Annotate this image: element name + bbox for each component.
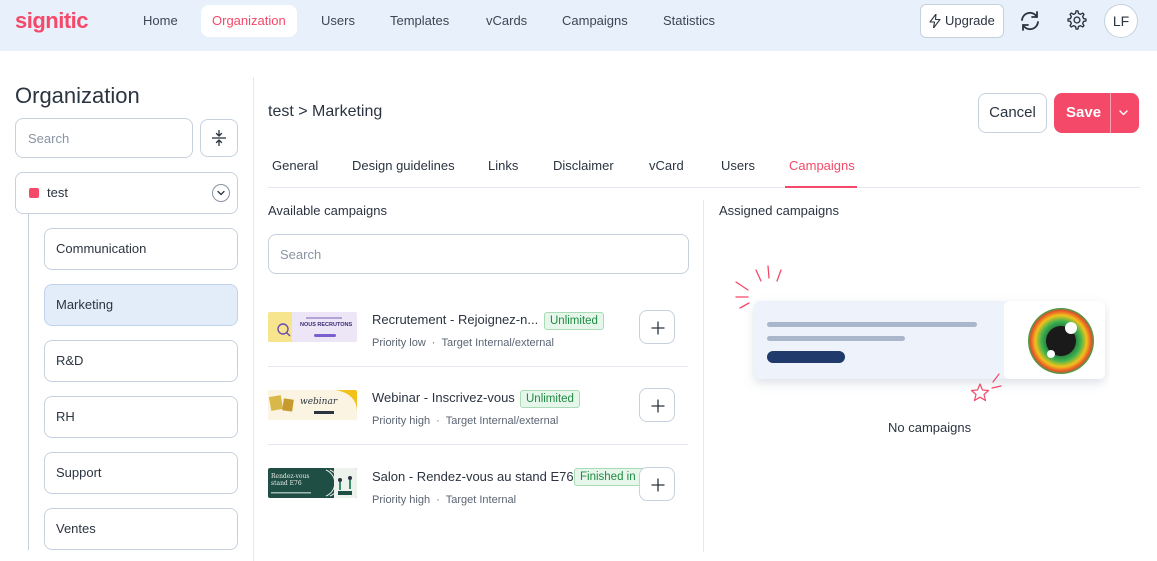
tree-root-test[interactable]: test — [15, 172, 238, 214]
add-campaign-button[interactable] — [639, 310, 675, 344]
sync-icon[interactable] — [1018, 9, 1042, 33]
chevron-down-icon[interactable] — [212, 184, 230, 202]
app-logo[interactable]: signitic — [15, 8, 89, 34]
upgrade-label: Upgrade — [945, 13, 995, 28]
campaign-priority: Priority high — [372, 494, 431, 506]
tree-item-rh[interactable]: RH — [44, 396, 238, 438]
sidebar-search-input[interactable] — [15, 118, 193, 158]
campaign-banner-thumbnail: webinar — [268, 390, 357, 420]
nav-home[interactable]: Home — [132, 5, 189, 37]
save-label: Save — [1066, 104, 1102, 121]
row-divider — [268, 444, 688, 445]
plus-icon — [651, 399, 665, 413]
campaign-name: Salon - Rendez-vous au stand E76 — [372, 469, 574, 484]
nav-templates[interactable]: Templates — [379, 5, 460, 37]
status-badge: Unlimited — [544, 312, 604, 330]
save-button[interactable]: Save — [1054, 93, 1139, 133]
banner-text: webinar — [300, 397, 338, 407]
sidebar-divider — [253, 77, 254, 561]
status-badge: Unlimited — [520, 390, 580, 408]
row-divider — [268, 366, 688, 367]
tab-disclaimer[interactable]: Disclaimer — [553, 158, 614, 173]
tree-item-support[interactable]: Support — [44, 452, 238, 494]
cancel-button[interactable]: Cancel — [978, 93, 1047, 133]
plus-icon — [651, 321, 665, 335]
add-campaign-button[interactable] — [639, 388, 675, 422]
plus-icon — [651, 478, 665, 492]
campaign-name: Recrutement - Rejoignez-n... — [372, 312, 539, 327]
column-divider — [703, 200, 704, 552]
campaign-target: Target Internal/external — [441, 337, 554, 349]
campaign-target: Target Internal — [445, 494, 517, 506]
color-square — [29, 188, 39, 198]
available-campaigns-title: Available campaigns — [268, 203, 387, 218]
campaign-priority: Priority low — [372, 337, 426, 349]
campaign-banner-thumbnail: Rendez-vous stand E76 — [268, 468, 357, 498]
nav-organization[interactable]: Organization — [201, 5, 297, 37]
nav-statistics[interactable]: Statistics — [652, 5, 726, 37]
chevron-down-icon[interactable] — [1119, 110, 1128, 116]
campaign-priority: Priority high — [372, 415, 431, 427]
collapse-all-button[interactable] — [200, 119, 238, 157]
tree-item-ventes[interactable]: Ventes — [44, 508, 238, 550]
banner-text: NOUS RECRUTONS — [300, 322, 353, 328]
campaign-banner-thumbnail: NOUS RECRUTONS — [268, 312, 357, 342]
empty-state-text: No campaigns — [888, 420, 972, 435]
tree-item-marketing[interactable]: Marketing — [44, 284, 238, 326]
tree-item-rnd[interactable]: R&D — [44, 340, 238, 382]
campaign-meta: Priority high · Target Internal/external — [372, 415, 559, 427]
tab-links[interactable]: Links — [488, 158, 518, 173]
save-split-divider — [1110, 93, 1111, 133]
upgrade-button[interactable]: Upgrade — [920, 4, 1004, 38]
nav-campaigns[interactable]: Campaigns — [551, 5, 639, 37]
breadcrumb: test > Marketing — [268, 103, 383, 120]
banner-text: Rendez-vous stand E76 — [271, 473, 310, 487]
tree-connector — [28, 214, 29, 550]
tabs-border — [268, 187, 1140, 188]
tab-general[interactable]: General — [272, 158, 318, 173]
tree-item-communication[interactable]: Communication — [44, 228, 238, 270]
campaign-target: Target Internal/external — [445, 415, 559, 427]
gear-icon[interactable] — [1066, 9, 1088, 31]
add-campaign-button[interactable] — [639, 467, 675, 501]
active-tab-indicator — [785, 186, 857, 188]
empty-state-illustration — [735, 265, 1105, 402]
sidebar-title: Organization — [15, 83, 140, 108]
top-navigation-bar: signitic Home Organization Users Templat… — [0, 0, 1157, 51]
tab-vcard[interactable]: vCard — [649, 158, 684, 173]
user-avatar[interactable]: LF — [1104, 4, 1138, 38]
lightning-icon — [929, 14, 941, 28]
tab-campaigns[interactable]: Campaigns — [789, 158, 855, 173]
campaign-meta: Priority high · Target Internal — [372, 494, 517, 506]
nav-vcards[interactable]: vCards — [475, 5, 538, 37]
campaign-meta: Priority low · Target Internal/external — [372, 337, 554, 349]
collapse-icon — [212, 130, 226, 146]
campaign-name: Webinar - Inscrivez-vous — [372, 390, 515, 405]
campaign-search-input[interactable] — [268, 234, 689, 274]
tree-root-label: test — [47, 185, 68, 200]
tab-users[interactable]: Users — [721, 158, 755, 173]
nav-users[interactable]: Users — [310, 5, 366, 37]
tab-design-guidelines[interactable]: Design guidelines — [352, 158, 455, 173]
assigned-campaigns-title: Assigned campaigns — [719, 203, 839, 218]
